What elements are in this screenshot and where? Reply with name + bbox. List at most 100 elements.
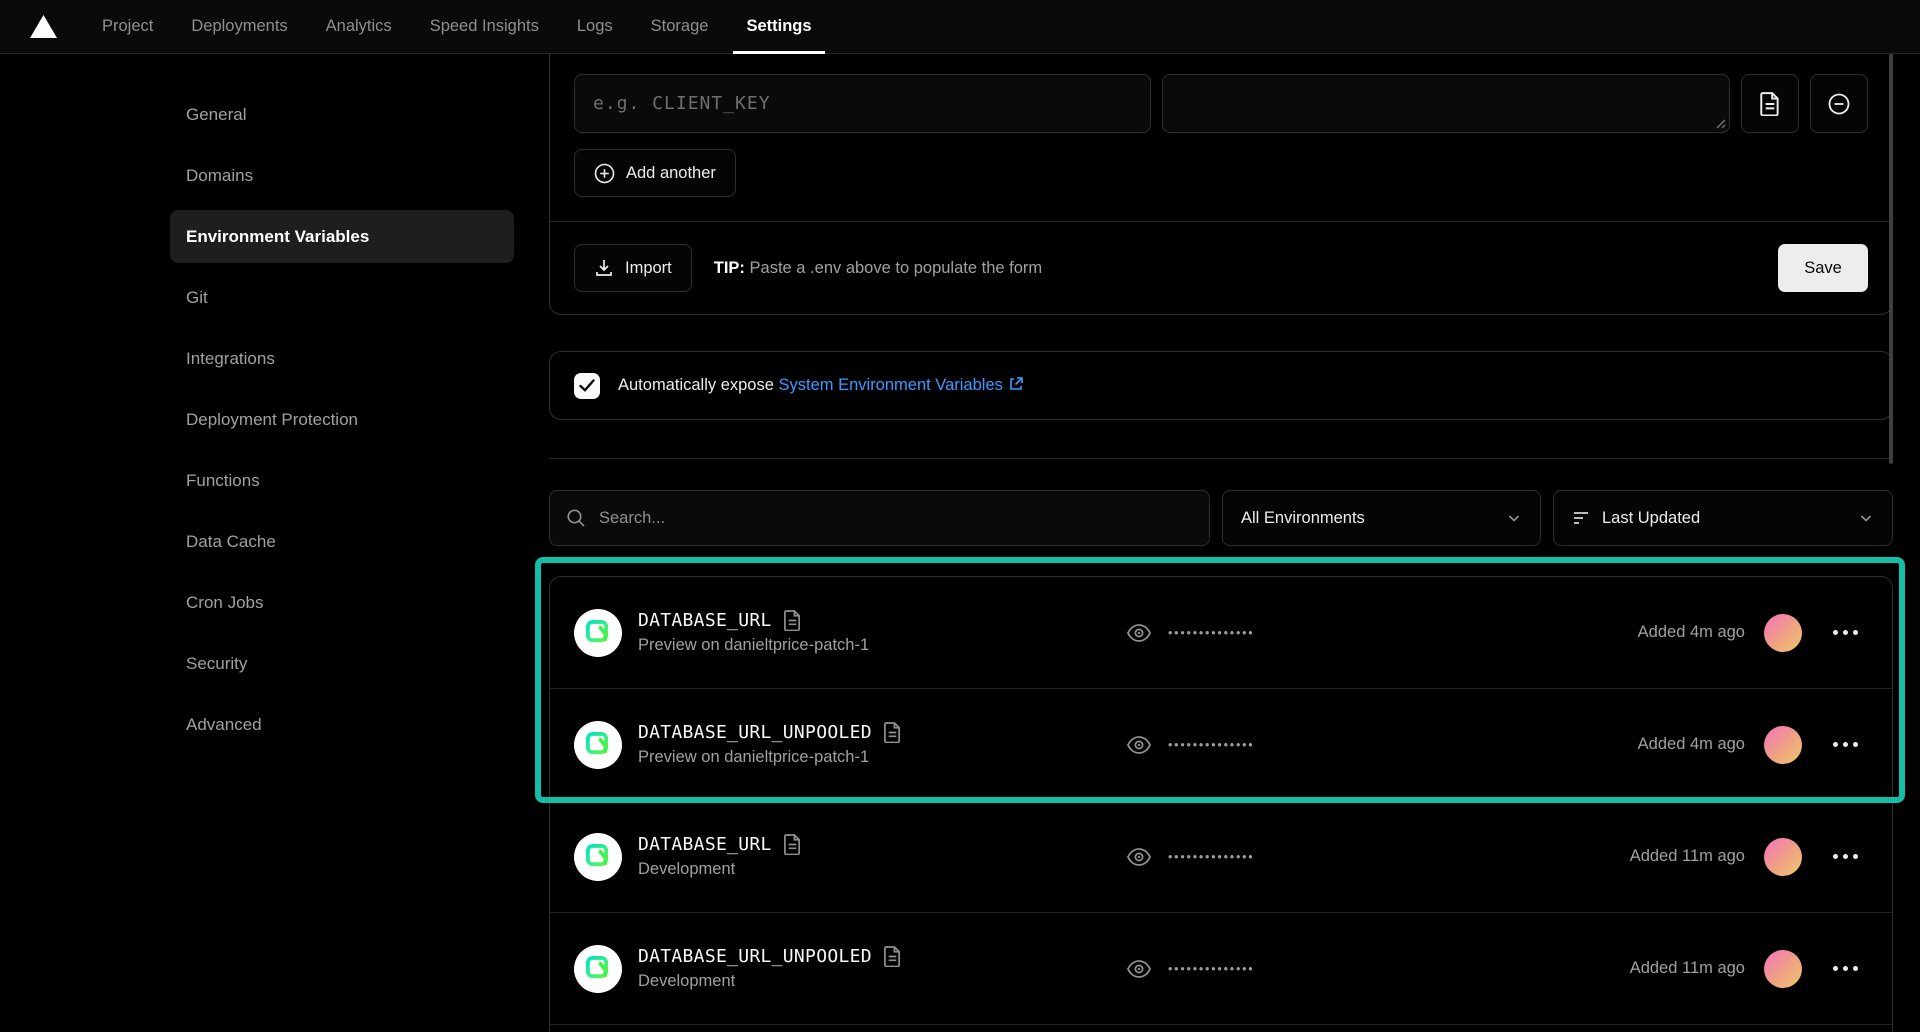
- added-timestamp: Added 11m ago: [1630, 847, 1745, 866]
- env-variable-row[interactable]: DATABASE_URL_UNPOOLED Development ••••••…: [550, 913, 1892, 1025]
- added-timestamp: Added 4m ago: [1638, 735, 1745, 754]
- eye-icon[interactable]: [1126, 846, 1152, 868]
- form-footer: Import TIP: Paste a .env above to popula…: [550, 221, 1892, 314]
- masked-value: ••••••••••••••: [1168, 962, 1254, 976]
- row-menu-button[interactable]: [1829, 850, 1862, 863]
- note-icon[interactable]: [783, 610, 802, 631]
- sidebar-item-environment-variables[interactable]: Environment Variables: [170, 210, 514, 263]
- variable-value-input[interactable]: [1162, 74, 1730, 133]
- filters-row: All Environments Last Updated: [549, 490, 1893, 546]
- avatar: [1764, 950, 1802, 988]
- nav-tab-speed-insights[interactable]: Speed Insights: [411, 0, 558, 53]
- neon-integration-icon: [574, 833, 622, 881]
- search-icon: [566, 508, 586, 528]
- expose-text: Automatically expose: [618, 376, 779, 394]
- import-button[interactable]: Import: [574, 244, 692, 292]
- environment-variables-list: DATABASE_URL Preview on danieltprice-pat…: [549, 576, 1893, 1032]
- nav-tab-deployments[interactable]: Deployments: [172, 0, 306, 53]
- tip-label: TIP:: [714, 259, 745, 277]
- minus-circle-icon: [1827, 92, 1851, 116]
- environment-filter-value: All Environments: [1241, 509, 1365, 528]
- sidebar-item-deployment-protection[interactable]: Deployment Protection: [170, 393, 514, 446]
- note-icon[interactable]: [783, 834, 802, 855]
- variable-secret: ••••••••••••••: [1126, 577, 1254, 688]
- import-label: Import: [625, 259, 672, 278]
- note-icon[interactable]: [883, 722, 902, 743]
- masked-value: ••••••••••••••: [1168, 626, 1254, 640]
- paste-env-button[interactable]: [1741, 74, 1799, 133]
- environment-filter-select[interactable]: All Environments: [1222, 490, 1541, 546]
- environment-variables-panel: Add another Import TIP: Paste a .env abo…: [549, 54, 1893, 1032]
- nav-tab-settings[interactable]: Settings: [727, 0, 830, 53]
- save-button[interactable]: Save: [1778, 244, 1868, 292]
- expose-checkbox[interactable]: [574, 373, 600, 399]
- masked-value: ••••••••••••••: [1168, 738, 1254, 752]
- download-icon: [594, 258, 614, 278]
- sidebar-item-functions[interactable]: Functions: [170, 454, 514, 507]
- sort-select[interactable]: Last Updated: [1553, 490, 1893, 546]
- sidebar-item-security[interactable]: Security: [170, 637, 514, 690]
- row-menu-button[interactable]: [1829, 738, 1862, 751]
- env-variable-row[interactable]: DATABASE_URL_UNPOOLED Preview on danielt…: [550, 689, 1892, 801]
- variable-name: DATABASE_URL: [638, 610, 772, 631]
- masked-value: ••••••••••••••: [1168, 850, 1254, 864]
- vercel-logo[interactable]: [0, 0, 83, 53]
- vercel-triangle-icon: [30, 15, 57, 38]
- sidebar-item-general[interactable]: General: [170, 88, 514, 141]
- variable-environment: Development: [638, 972, 902, 991]
- plus-circle-icon: [594, 163, 615, 184]
- row-meta: Added 4m ago: [1638, 614, 1862, 652]
- row-meta: Added 11m ago: [1630, 950, 1862, 988]
- nav-tab-analytics[interactable]: Analytics: [307, 0, 411, 53]
- variable-info: DATABASE_URL Development: [638, 834, 802, 879]
- sidebar-item-git[interactable]: Git: [170, 271, 514, 324]
- system-env-vars-link[interactable]: System Environment Variables: [779, 376, 1024, 394]
- variable-key-input[interactable]: [574, 74, 1151, 133]
- added-timestamp: Added 11m ago: [1630, 959, 1745, 978]
- eye-icon[interactable]: [1126, 622, 1152, 644]
- neon-integration-icon: [574, 721, 622, 769]
- sidebar-item-domains[interactable]: Domains: [170, 149, 514, 202]
- sidebar-item-integrations[interactable]: Integrations: [170, 332, 514, 385]
- env-variable-row[interactable]: DATABASE_URL Development ••••••••••••••: [550, 801, 1892, 913]
- search-box: [549, 490, 1210, 546]
- remove-row-button[interactable]: [1810, 74, 1868, 133]
- eye-icon[interactable]: [1126, 734, 1152, 756]
- row-menu-button[interactable]: [1829, 626, 1862, 639]
- tip-text: TIP: Paste a .env above to populate the …: [714, 259, 1042, 278]
- variable-secret: ••••••••••••••: [1126, 689, 1254, 800]
- chevron-down-icon: [1858, 510, 1874, 526]
- avatar: [1764, 614, 1802, 652]
- variable-secret: ••••••••••••••: [1126, 913, 1254, 1024]
- variable-environment: Development: [638, 860, 802, 879]
- search-input[interactable]: [599, 509, 1193, 528]
- variable-environment: Preview on danieltprice-patch-1: [638, 636, 869, 655]
- sort-lines-icon: [1572, 510, 1590, 526]
- sort-value: Last Updated: [1602, 509, 1700, 528]
- note-icon[interactable]: [883, 946, 902, 967]
- neon-integration-icon: [574, 609, 622, 657]
- expose-label: Automatically expose System Environment …: [618, 376, 1024, 395]
- sidebar-item-advanced[interactable]: Advanced: [170, 698, 514, 751]
- variable-value-wrap: [1162, 74, 1730, 133]
- row-meta: Added 11m ago: [1630, 838, 1862, 876]
- sidebar-item-data-cache[interactable]: Data Cache: [170, 515, 514, 568]
- add-variable-card: Add another Import TIP: Paste a .env abo…: [549, 54, 1893, 315]
- eye-icon[interactable]: [1126, 958, 1152, 980]
- variable-name: DATABASE_URL_UNPOOLED: [638, 722, 872, 743]
- env-variable-row[interactable]: DATABASE_URL Preview on danieltprice-pat…: [550, 577, 1892, 689]
- nav-tab-storage[interactable]: Storage: [632, 0, 728, 53]
- row-menu-button[interactable]: [1829, 962, 1862, 975]
- sidebar-item-cron-jobs[interactable]: Cron Jobs: [170, 576, 514, 629]
- neon-integration-icon: [574, 945, 622, 993]
- add-another-button[interactable]: Add another: [574, 149, 736, 197]
- nav-tab-logs[interactable]: Logs: [558, 0, 632, 53]
- scrollbar-thumb[interactable]: [1889, 54, 1893, 464]
- row-meta: Added 4m ago: [1638, 726, 1862, 764]
- expose-system-variables-card: Automatically expose System Environment …: [549, 351, 1893, 420]
- variable-name: DATABASE_URL_UNPOOLED: [638, 946, 872, 967]
- avatar: [1764, 838, 1802, 876]
- avatar: [1764, 726, 1802, 764]
- nav-tab-project[interactable]: Project: [83, 0, 172, 53]
- variable-name: DATABASE_URL: [638, 834, 772, 855]
